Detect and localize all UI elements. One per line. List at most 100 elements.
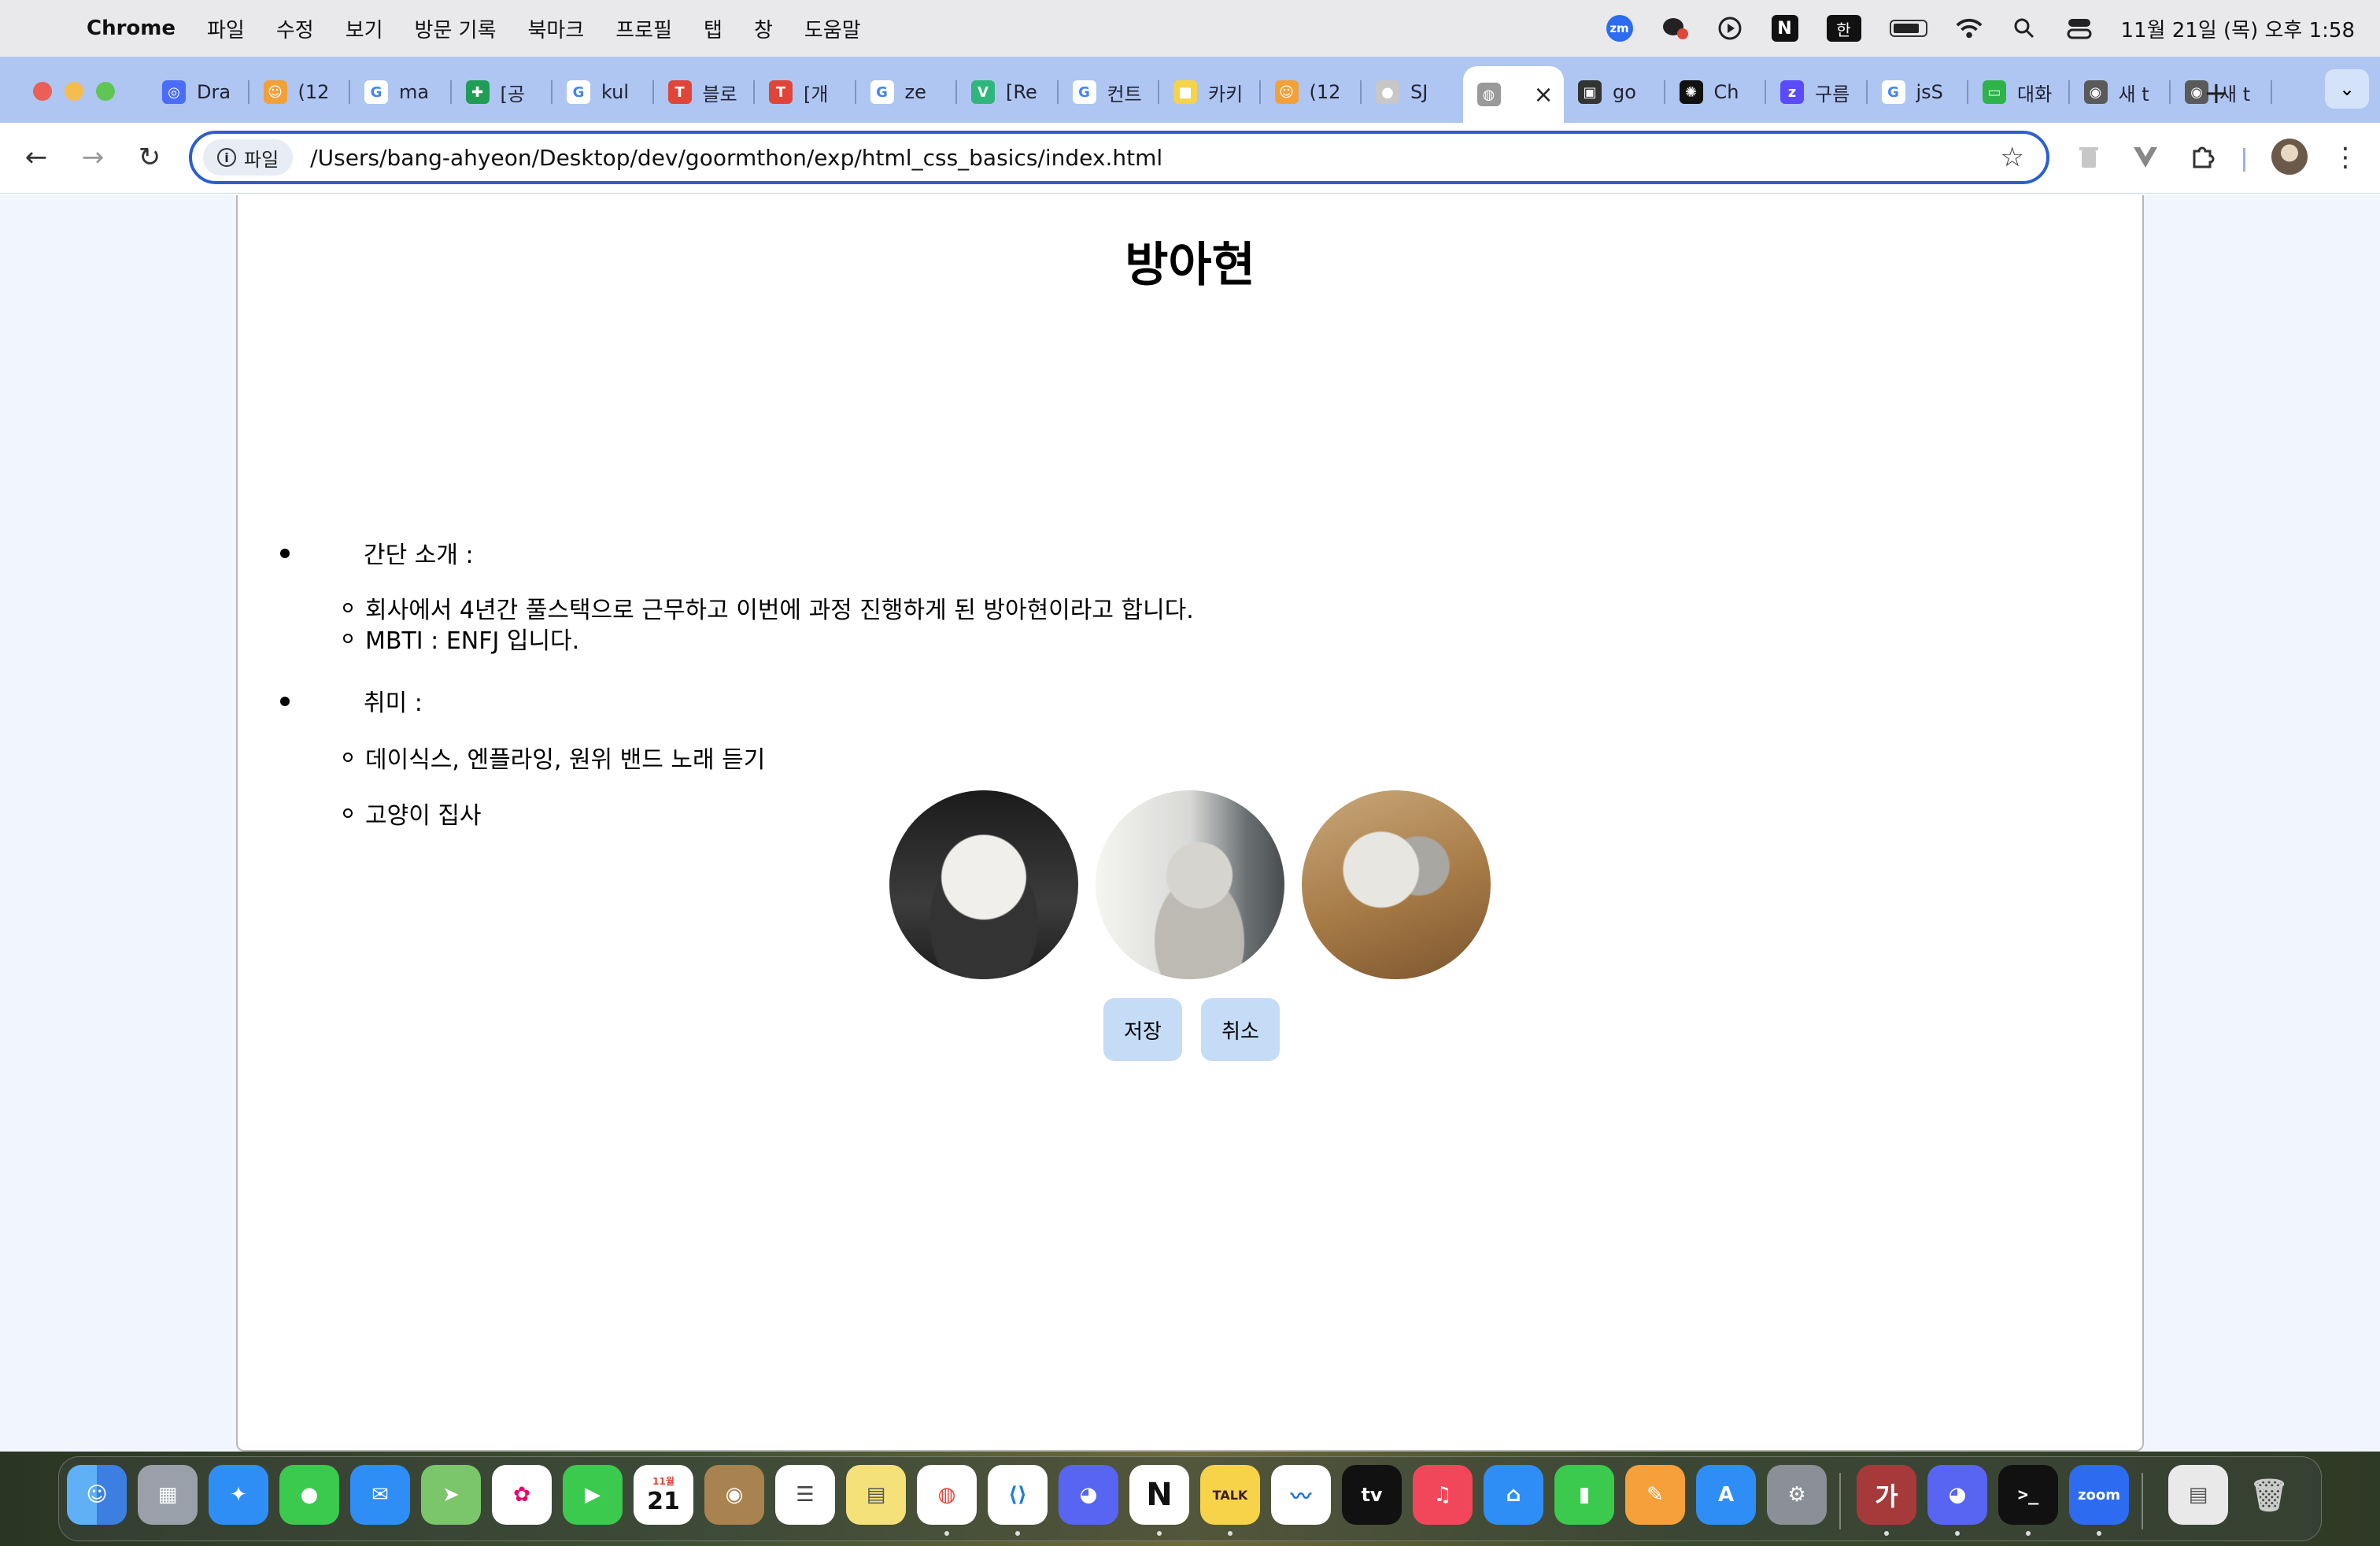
browser-tab[interactable]: ◎ Dra bbox=[148, 66, 249, 118]
spotlight-search-icon[interactable] bbox=[2011, 15, 2038, 42]
tab-title: jsS bbox=[1916, 81, 1943, 103]
facetime-icon[interactable]: ▶ bbox=[563, 1465, 623, 1525]
menu-window[interactable]: 창 bbox=[754, 14, 773, 43]
menu-history[interactable]: 방문 기록 bbox=[415, 14, 497, 43]
notion-tray-icon[interactable]: N bbox=[1771, 15, 1798, 42]
extensions-puzzle-icon[interactable] bbox=[2185, 140, 2219, 175]
vue-devtools-icon[interactable] bbox=[2128, 140, 2163, 175]
wifi-icon[interactable] bbox=[1956, 15, 1983, 42]
browser-tab[interactable]: ● SJ bbox=[1362, 66, 1463, 118]
discord-icon[interactable]: ◕ bbox=[1927, 1465, 1987, 1525]
notes-icon[interactable]: ▤ bbox=[846, 1465, 906, 1525]
tab-favicon-icon: ✺ bbox=[1679, 80, 1703, 104]
terminal-icon[interactable]: >_ bbox=[1998, 1465, 2058, 1525]
menu-view[interactable]: 보기 bbox=[346, 14, 383, 43]
menu-bar-clock[interactable]: 11월 21일 (목) 오후 1:58 bbox=[2121, 14, 2356, 43]
app-store-icon[interactable]: A bbox=[1696, 1465, 1756, 1525]
calendar-icon[interactable]: 11월 21 bbox=[634, 1465, 693, 1525]
music-icon[interactable]: ♫ bbox=[1413, 1465, 1473, 1525]
chat-tray-icon[interactable] bbox=[1661, 15, 1688, 42]
chrome-menu-icon[interactable]: ⋮ bbox=[2328, 140, 2363, 175]
new-tab-icon[interactable]: + bbox=[2204, 76, 2229, 110]
input-source-icon[interactable]: 한 bbox=[1826, 15, 1861, 42]
notion-icon[interactable]: N bbox=[1129, 1465, 1189, 1525]
menu-tab[interactable]: 탭 bbox=[704, 14, 722, 43]
pages-icon[interactable]: ✎ bbox=[1625, 1465, 1685, 1525]
chrome-icon[interactable]: ◍ bbox=[917, 1465, 977, 1525]
browser-tab[interactable]: Gkul bbox=[552, 66, 654, 118]
system-settings-icon[interactable]: ⚙ bbox=[1767, 1465, 1827, 1525]
menu-app-name[interactable]: Chrome bbox=[87, 17, 176, 40]
documents-folder-icon[interactable]: ▤ bbox=[2168, 1465, 2228, 1525]
tab-close-icon[interactable]: × bbox=[1534, 81, 1554, 109]
maps-icon[interactable]: ➤ bbox=[421, 1465, 481, 1525]
finder-icon[interactable]: ☺ bbox=[67, 1465, 127, 1525]
browser-tab[interactable]: ☺ (12 bbox=[1261, 66, 1362, 118]
tab-favicon-icon: ● bbox=[1376, 80, 1399, 104]
trash-icon[interactable]: 🗑 bbox=[2239, 1465, 2299, 1525]
browser-tab[interactable]: Gze bbox=[856, 66, 957, 118]
profile-avatar[interactable] bbox=[2271, 139, 2308, 175]
kakaotalk-icon[interactable]: TALK bbox=[1200, 1465, 1260, 1525]
reminders-icon[interactable]: ☰ bbox=[775, 1465, 835, 1525]
browser-tab[interactable]: GjsS bbox=[1868, 66, 1968, 118]
mail-icon[interactable]: ✉ bbox=[350, 1465, 410, 1525]
browser-tab[interactable]: G 컨트 bbox=[1059, 66, 1159, 118]
keynote-icon[interactable]: ⌂ bbox=[1484, 1465, 1543, 1525]
close-window-button[interactable] bbox=[33, 82, 52, 101]
contacts-icon[interactable]: ◉ bbox=[704, 1465, 764, 1525]
forward-icon[interactable]: → bbox=[76, 140, 110, 175]
menu-edit[interactable]: 수정 bbox=[276, 14, 314, 43]
browser-tab[interactable]: ■ 카키 bbox=[1159, 66, 1261, 118]
menu-file[interactable]: 파일 bbox=[207, 14, 245, 43]
bookmark-star-icon[interactable]: ☆ bbox=[2001, 142, 2024, 173]
cat-photo bbox=[1096, 790, 1284, 979]
reload-icon[interactable]: ↻ bbox=[132, 140, 167, 175]
menu-help[interactable]: 도움말 bbox=[804, 14, 861, 43]
safari-icon[interactable]: ✦ bbox=[209, 1465, 268, 1525]
running-indicator bbox=[944, 1531, 949, 1536]
browser-tab[interactable]: ✚ [공 bbox=[452, 66, 552, 118]
zoom-icon[interactable]: zoom bbox=[2069, 1465, 2129, 1525]
tab-search-icon[interactable]: ⌄ bbox=[2325, 69, 2369, 109]
apple-menu-icon[interactable] bbox=[31, 13, 63, 44]
vscode-icon[interactable]: ⟨⟩ bbox=[988, 1465, 1048, 1525]
browser-tab[interactable]: ☺ (12 bbox=[249, 66, 350, 118]
browser-tab[interactable]: ▣ go bbox=[1564, 66, 1665, 118]
cancel-button[interactable]: 취소 bbox=[1201, 998, 1280, 1061]
save-button[interactable]: 저장 bbox=[1103, 998, 1182, 1061]
zoom-tray-icon[interactable]: zm bbox=[1606, 15, 1633, 42]
browser-tab[interactable]: ✺ Ch bbox=[1665, 66, 1766, 118]
dictionary-icon[interactable]: 가 bbox=[1857, 1465, 1916, 1525]
browser-window: ◎ Dra ☺ (12 Gma ✚ [공 Gkul T 블로 T [개 Gze V [Re G 컨트 ■ 카키 ☺ (1… bbox=[0, 57, 2380, 1452]
control-center-icon[interactable] bbox=[2066, 15, 2093, 42]
menu-bookmarks[interactable]: 북마크 bbox=[528, 14, 585, 43]
browser-tab[interactable]: T 블로 bbox=[654, 66, 755, 118]
discord-icon[interactable]: ◕ bbox=[1059, 1465, 1118, 1525]
back-icon[interactable]: ← bbox=[19, 140, 54, 175]
launchpad-icon[interactable]: ▦ bbox=[138, 1465, 198, 1525]
browser-tab[interactable]: Gma bbox=[350, 66, 452, 118]
browser-tab[interactable]: z 구름 bbox=[1766, 66, 1868, 118]
browser-tab[interactable]: ◍ × bbox=[1462, 66, 1564, 123]
site-info-chip[interactable]: i 파일 bbox=[203, 139, 294, 176]
minimize-window-button[interactable] bbox=[65, 82, 83, 101]
numbers-icon[interactable]: ▮ bbox=[1554, 1465, 1614, 1525]
browser-tab[interactable]: T [개 bbox=[755, 66, 856, 118]
browser-tab[interactable]: V [Re bbox=[957, 66, 1059, 118]
address-bar[interactable]: i 파일 /Users/bang-ahyeon/Desktop/dev/goor… bbox=[189, 131, 2049, 184]
running-indicator bbox=[2097, 1531, 2101, 1536]
tab-title: Dra bbox=[197, 81, 231, 103]
messages-icon[interactable]: ● bbox=[279, 1465, 339, 1525]
trash-extension-icon[interactable] bbox=[2071, 140, 2106, 175]
freeform-icon[interactable]: 〰 bbox=[1271, 1465, 1331, 1525]
menu-profile[interactable]: 프로필 bbox=[615, 14, 672, 43]
zoom-window-button[interactable] bbox=[96, 82, 115, 101]
battery-icon[interactable] bbox=[1889, 20, 1927, 37]
browser-tab[interactable]: ▭ 대화 bbox=[1968, 66, 2070, 118]
browser-tab[interactable]: ◉ 새 t bbox=[2070, 66, 2171, 118]
photos-icon[interactable]: ✿ bbox=[492, 1465, 552, 1525]
apple-tv-icon[interactable]: tv bbox=[1342, 1465, 1402, 1525]
url-text[interactable]: /Users/bang-ahyeon/Desktop/dev/goormthon… bbox=[310, 145, 1162, 171]
play-tray-icon[interactable] bbox=[1717, 15, 1743, 42]
